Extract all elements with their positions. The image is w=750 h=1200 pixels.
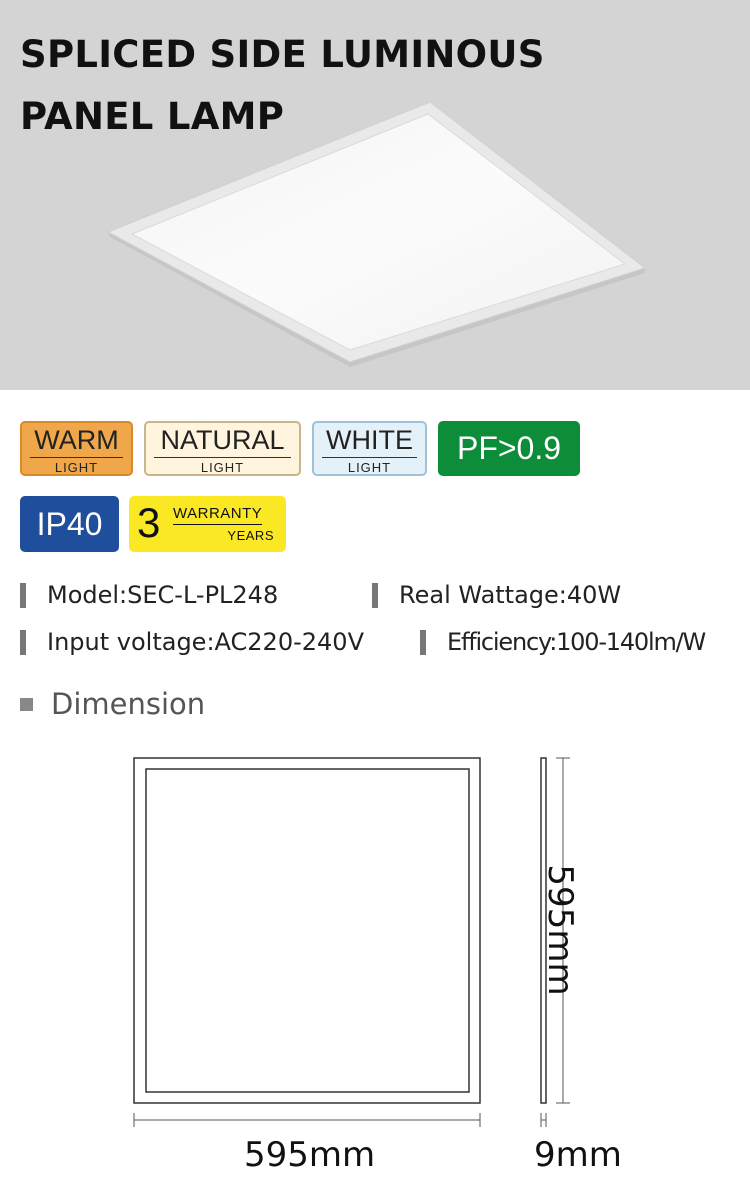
width-label: 595mm <box>244 1135 376 1175</box>
depth-dimension-line <box>540 1113 547 1127</box>
dimension-drawing <box>133 757 570 1127</box>
front-view <box>133 757 481 1104</box>
height-label: 595mm <box>540 864 580 996</box>
width-dimension-line <box>133 1113 481 1127</box>
depth-label: 9mm <box>534 1135 622 1175</box>
